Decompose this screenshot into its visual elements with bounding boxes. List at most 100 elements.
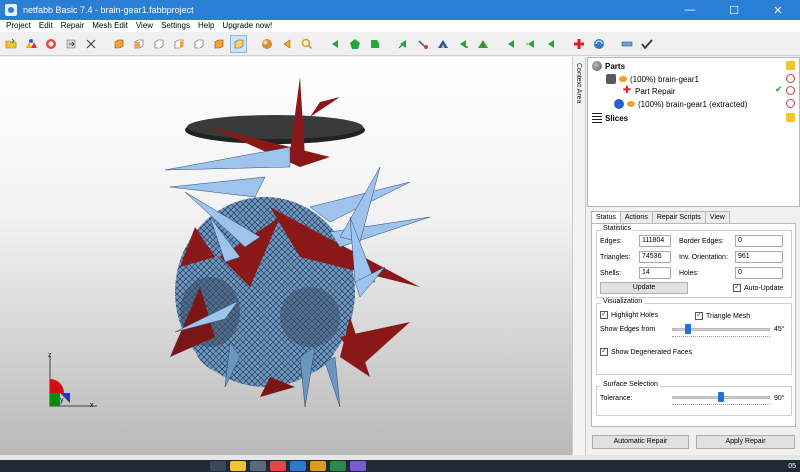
slices-icon [592,113,602,123]
maximize-button[interactable]: ☐ [712,0,756,20]
mail-icon[interactable] [290,461,306,471]
select-all-icon[interactable] [454,35,471,53]
move-left-icon[interactable] [326,35,343,53]
view-perspective-icon[interactable] [230,34,247,53]
auto-update-checkbox[interactable] [733,282,741,292]
folder-open-icon[interactable] [786,113,795,122]
extracted-part-icon [614,99,624,109]
select-shell-icon[interactable] [434,35,451,53]
context-area-strip[interactable]: Context Area [572,57,586,455]
remove-part-icon[interactable] [786,74,795,83]
open-icon[interactable] [2,35,19,53]
zoom-icon[interactable] [298,35,315,53]
show-degenerated-label: Show Degenerated Faces [611,349,692,356]
highlight-holes-checkbox[interactable] [600,309,608,319]
show-edges-slider-thumb[interactable] [684,324,691,334]
tree-label-part-repair: Part Repair [635,86,676,96]
view-top-icon[interactable] [190,35,207,53]
select-surface-icon[interactable] [414,35,431,53]
measure-icon[interactable] [590,35,607,53]
window-title: netfabb Basic 7.4 - brain-gear1.fabbproj… [23,5,194,15]
menu-view[interactable]: View [132,20,157,32]
add-repair-icon[interactable] [570,35,587,53]
triangle-mesh-checkbox[interactable] [695,310,703,320]
view-back-icon[interactable] [130,35,147,53]
app-taskbar-icon[interactable] [350,461,366,471]
explorer-icon[interactable] [310,461,326,471]
minimize-button[interactable]: — [668,0,712,20]
tree-item-part-repair[interactable]: ✚ Part Repair [622,85,676,97]
eye-icon[interactable] [627,101,635,107]
tree-item-parts[interactable]: Parts [592,60,625,72]
tree-item-part1[interactable]: (100%) brain-gear1 [606,73,699,85]
view-left-icon[interactable] [150,35,167,53]
folder-open-icon[interactable] [786,61,795,70]
view-front-icon[interactable] [110,35,127,53]
tree-label-slices: Slices [605,113,629,123]
tree-label-part2: (100%) brain-gear1 (extracted) [638,99,748,109]
menu-edit[interactable]: Edit [35,20,57,32]
automatic-repair-button[interactable]: Automatic Repair [592,435,689,449]
repair-icon[interactable] [42,35,59,53]
border-edges-field: 0 [735,235,783,247]
remove-repair-icon[interactable] [786,86,795,95]
store-icon[interactable] [250,461,266,471]
apply-check-icon[interactable]: ✔ [775,85,784,94]
menu-repair[interactable]: Repair [57,20,89,32]
3d-viewport[interactable]: z y x [0,57,572,455]
move-right-icon[interactable] [366,35,383,53]
browser-icon[interactable] [270,461,286,471]
tree-item-slices[interactable]: Slices [592,112,628,124]
tab-view[interactable]: View [704,211,730,223]
menu-help[interactable]: Help [194,20,218,32]
edges-label: Edges: [600,238,622,245]
tab-repair-scripts[interactable]: Repair Scripts [651,211,706,223]
tree-label-part1: (100%) brain-gear1 [630,74,699,84]
repair-tabs: Status Actions Repair Scripts View [591,211,730,224]
menu-mesh-edit[interactable]: Mesh Edit [88,20,132,32]
arrow-icon[interactable] [278,35,295,53]
surface-selection-title: Surface Selection [601,381,660,388]
update-button[interactable]: Update [600,282,688,294]
check-icon[interactable] [638,35,655,53]
netfabb-taskbar-icon[interactable] [330,461,346,471]
tolerance-slider-thumb[interactable] [718,392,724,402]
tolerance-value: 90° [774,395,785,402]
green-right-icon[interactable] [522,35,539,53]
menu-bar: Project Edit Repair Mesh Edit View Setti… [0,20,800,32]
triangles-label: Triangles: [600,254,631,261]
remove-part-icon[interactable] [786,99,795,108]
menu-project[interactable]: Project [2,20,35,32]
view-right-icon[interactable] [170,35,187,53]
holes-label: Holes: [679,270,699,277]
taskbar-app-icon[interactable] [210,461,226,471]
menu-settings[interactable]: Settings [157,20,194,32]
toolbar-separator [562,35,568,53]
holes-field: 0 [735,267,783,279]
tolerance-label: Tolerance: [600,395,633,402]
surface-selection-group: Surface Selection Tolerance: 90° [596,381,792,416]
import-icon[interactable] [62,35,79,53]
shade-icon[interactable] [258,35,275,53]
select-invert-icon[interactable] [474,35,491,53]
folder-icon[interactable] [230,461,246,471]
triangle-mesh-label: Triangle Mesh [706,313,751,320]
parts-icon[interactable] [22,35,39,53]
menu-upgrade[interactable]: Upgrade now! [218,20,276,32]
apply-repair-button[interactable]: Apply Repair [696,435,795,449]
green-up-icon[interactable] [542,35,559,53]
show-edges-slider-ticks [672,336,770,339]
view-bottom-icon[interactable] [210,35,227,53]
eye-icon[interactable] [619,76,627,82]
show-degenerated-checkbox[interactable] [600,346,608,356]
close-button[interactable]: ✕ [756,0,800,20]
cut-icon[interactable] [82,35,99,53]
ruler-icon[interactable] [618,35,635,53]
parts-tree-icon [592,61,602,71]
green-left-icon[interactable] [502,35,519,53]
tree-item-part2[interactable]: (100%) brain-gear1 (extracted) [614,98,747,110]
select-triangle-icon[interactable] [394,35,411,53]
move-up-icon[interactable] [346,35,363,53]
project-tree: Parts (100%) brain-gear1 ✚ Part Repair (… [587,57,800,207]
tab-actions[interactable]: Actions [619,211,653,223]
